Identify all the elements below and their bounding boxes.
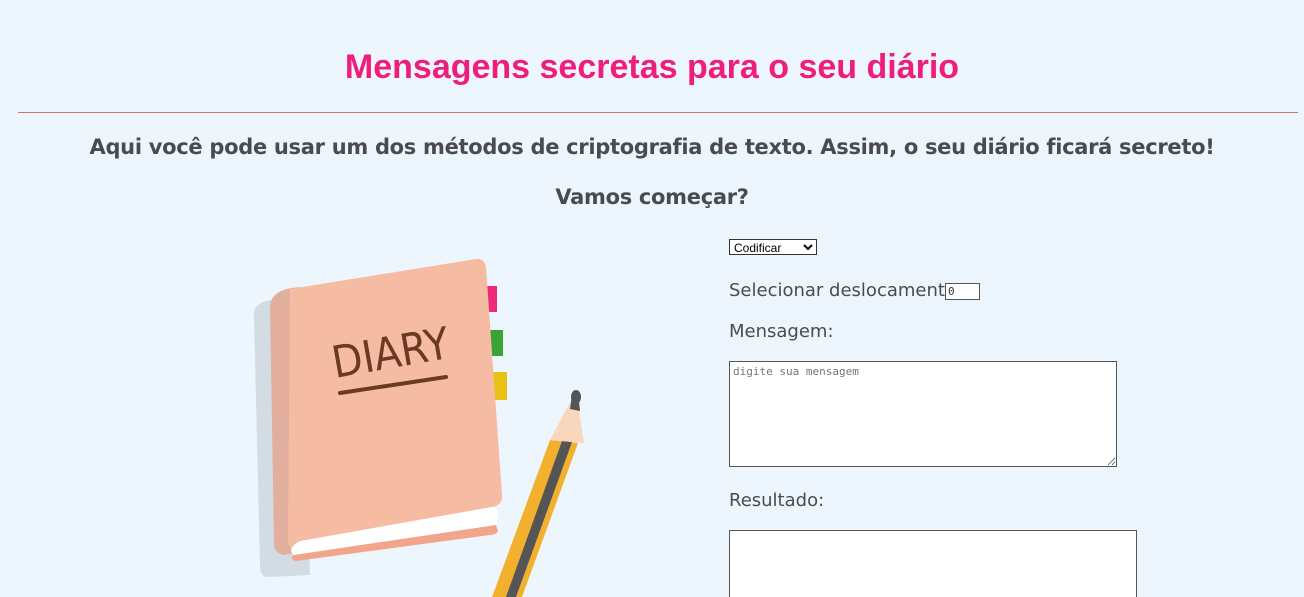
message-input[interactable] [729, 361, 1117, 467]
shift-input[interactable] [945, 283, 980, 300]
mode-select[interactable]: Codificar [729, 239, 817, 255]
result-label: Resultado: [729, 490, 825, 511]
message-label: Mensagem: [729, 321, 834, 342]
result-output[interactable] [729, 530, 1137, 597]
diary-illustration: DIARY [253, 258, 584, 597]
page: Mensagens secretas para o seu diário Aqu… [0, 0, 1304, 597]
page-title: Mensagens secretas para o seu diário [344, 48, 960, 86]
pencil-icon [492, 390, 584, 597]
page-subtitle: Aqui você pode usar um dos métodos de cr… [89, 135, 1215, 159]
divider [18, 112, 1298, 113]
shift-label: Selecionar deslocamento: [729, 280, 963, 301]
diary-icon: DIARY [253, 258, 507, 577]
lead-question: Vamos começar? [555, 185, 749, 209]
